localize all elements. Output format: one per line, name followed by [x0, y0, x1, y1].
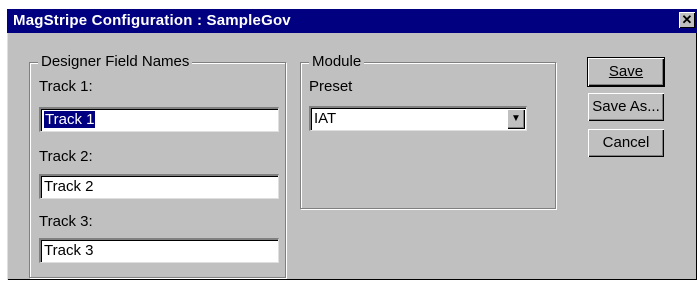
track1-value: Track 1 [44, 111, 96, 128]
window-title: MagStripe Configuration : SampleGov [13, 12, 291, 29]
preset-select[interactable]: IAT ▼ [309, 106, 527, 131]
save-button-label: Save [608, 63, 644, 80]
track2-input[interactable]: Track 2 [39, 174, 279, 199]
dialog-window: MagStripe Configuration : SampleGov ✕ De… [7, 9, 697, 280]
track1-input[interactable]: Track 1 [39, 107, 279, 132]
track3-input[interactable]: Track 3 [39, 238, 279, 263]
track2-label: Track 2: [39, 148, 93, 165]
track3-label: Track 3: [39, 213, 93, 230]
close-icon[interactable]: ✕ [679, 12, 695, 28]
track2-value: Track 2 [44, 178, 94, 195]
designer-field-names-title: Designer Field Names [38, 53, 193, 70]
designer-field-names-group: Designer Field Names Track 1: Track 1 Tr… [29, 53, 286, 278]
save-as-button[interactable]: Save As... [588, 93, 664, 121]
module-group-title: Module [309, 53, 365, 70]
module-group: Module Preset IAT ▼ [300, 53, 556, 209]
dropdown-arrow-icon[interactable]: ▼ [507, 109, 525, 129]
save-as-button-label: Save As... [592, 98, 660, 115]
preset-value: IAT [314, 110, 337, 127]
title-bar[interactable]: MagStripe Configuration : SampleGov ✕ [7, 9, 697, 33]
save-button[interactable]: Save [587, 57, 665, 87]
preset-label: Preset [309, 78, 353, 95]
track3-value: Track 3 [44, 242, 94, 259]
cancel-button[interactable]: Cancel [588, 129, 664, 157]
track1-label: Track 1: [39, 78, 93, 95]
cancel-button-label: Cancel [602, 134, 650, 151]
